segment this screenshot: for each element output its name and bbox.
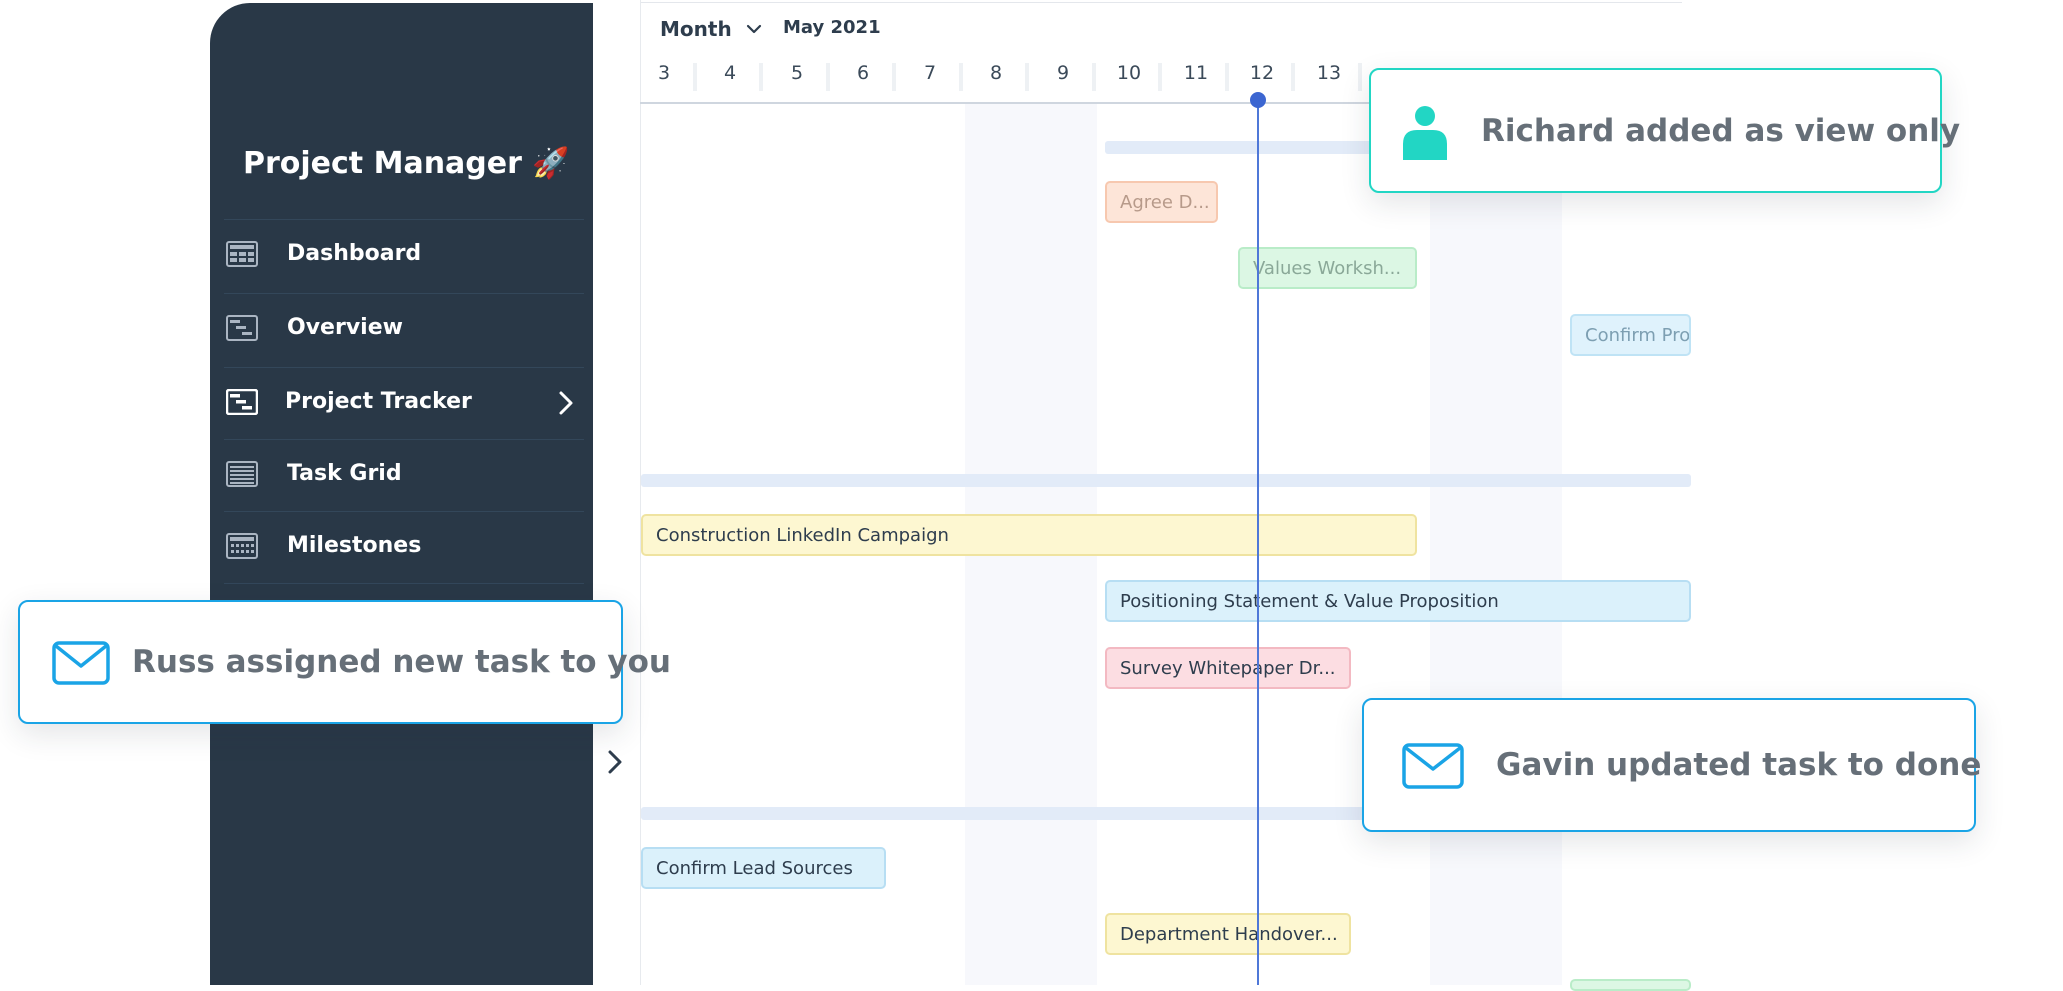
sidebar-item-label: Overview bbox=[287, 315, 403, 340]
view-mode-select[interactable]: Month bbox=[660, 14, 762, 44]
task-bar[interactable]: Values Worksh... bbox=[1238, 247, 1417, 289]
group-summary-bar bbox=[641, 474, 1691, 487]
task-label: Positioning Statement & Value Propositio… bbox=[1120, 590, 1499, 612]
task-bar[interactable]: Positioning Statement & Value Propositio… bbox=[1105, 580, 1691, 622]
sidebar-item-dashboard[interactable]: Dashboard bbox=[210, 219, 593, 293]
gantt-left-border bbox=[640, 0, 641, 985]
task-label: Values Worksh... bbox=[1253, 257, 1402, 279]
expand-chevron-icon[interactable] bbox=[605, 747, 625, 777]
chevron-down-icon bbox=[746, 24, 761, 34]
today-marker bbox=[1250, 92, 1266, 108]
dashboard-icon bbox=[226, 241, 258, 267]
period-label: May 2021 bbox=[783, 17, 881, 38]
day-label: 10 bbox=[1116, 62, 1142, 84]
day-label: 8 bbox=[989, 62, 1003, 84]
task-bar[interactable]: Department Handover... bbox=[1105, 913, 1351, 955]
top-border bbox=[640, 2, 1682, 3]
sidebar-item-label: Milestones bbox=[287, 533, 422, 558]
day-label: 3 bbox=[657, 62, 671, 84]
sidebar-item-overview[interactable]: Overview bbox=[210, 293, 593, 367]
task-bar[interactable]: Survey Whitepaper Dr... bbox=[1105, 647, 1351, 689]
day-label: 9 bbox=[1056, 62, 1070, 84]
mail-icon bbox=[52, 641, 110, 685]
day-label: 11 bbox=[1183, 62, 1209, 84]
task-label: Survey Whitepaper Dr... bbox=[1120, 657, 1336, 679]
task-label: Confirm Lead Sources bbox=[656, 857, 853, 879]
divider bbox=[224, 293, 584, 294]
day-label: 6 bbox=[856, 62, 870, 84]
divider bbox=[224, 511, 584, 512]
user-icon bbox=[1403, 106, 1447, 160]
task-bar[interactable]: Confirm Pro bbox=[1570, 314, 1691, 356]
notification-text: Gavin updated task to done bbox=[1496, 747, 1982, 783]
task-bar[interactable]: Agree D... bbox=[1105, 181, 1218, 223]
notification-text: Russ assigned new task to you bbox=[132, 644, 671, 680]
divider bbox=[224, 439, 584, 440]
task-bar[interactable]: Confirm Lead Sources bbox=[641, 847, 886, 889]
task-label: Department Handover... bbox=[1120, 923, 1338, 945]
sidebar-item-task-grid[interactable]: Task Grid bbox=[210, 439, 593, 513]
notification-text: Richard added as view only bbox=[1481, 113, 1961, 149]
sidebar-item-label: Task Grid bbox=[287, 461, 402, 486]
project-tracker-icon bbox=[226, 389, 258, 415]
mail-icon bbox=[1402, 743, 1464, 789]
task-grid-icon bbox=[226, 461, 258, 487]
task-bar[interactable]: Construction LinkedIn Campaign bbox=[641, 514, 1417, 556]
divider bbox=[224, 583, 584, 584]
overview-icon bbox=[226, 315, 258, 341]
sidebar-item-label: Dashboard bbox=[287, 241, 422, 266]
day-label: 13 bbox=[1316, 62, 1342, 84]
divider bbox=[224, 367, 584, 368]
sidebar-item-milestones[interactable]: Milestones bbox=[210, 511, 593, 585]
task-bar[interactable] bbox=[1570, 979, 1691, 991]
sidebar: Project Manager 🚀 Dashboard Overview Pro bbox=[210, 3, 593, 985]
notification-gavin[interactable]: Gavin updated task to done bbox=[1362, 698, 1981, 832]
task-label: Construction LinkedIn Campaign bbox=[656, 524, 949, 546]
task-label: Agree D... bbox=[1120, 191, 1210, 213]
task-label: Confirm Pro bbox=[1585, 324, 1691, 346]
sidebar-item-project-tracker[interactable]: Project Tracker bbox=[210, 367, 593, 441]
day-label: 5 bbox=[790, 62, 804, 84]
app-title: Project Manager 🚀 bbox=[243, 146, 570, 181]
notification-richard[interactable]: Richard added as view only bbox=[1369, 68, 1960, 193]
day-label: 4 bbox=[723, 62, 737, 84]
milestones-icon bbox=[226, 533, 258, 559]
today-line bbox=[1257, 100, 1259, 985]
notification-russ[interactable]: Russ assigned new task to you bbox=[18, 600, 671, 724]
divider bbox=[224, 219, 584, 220]
day-label: 7 bbox=[923, 62, 937, 84]
sidebar-divider bbox=[210, 583, 593, 587]
view-mode-label: Month bbox=[660, 17, 732, 41]
day-label: 12 bbox=[1249, 62, 1275, 84]
sidebar-item-label: Project Tracker bbox=[285, 389, 472, 414]
weekend-column bbox=[1430, 104, 1562, 985]
chevron-right-icon[interactable] bbox=[557, 389, 575, 417]
